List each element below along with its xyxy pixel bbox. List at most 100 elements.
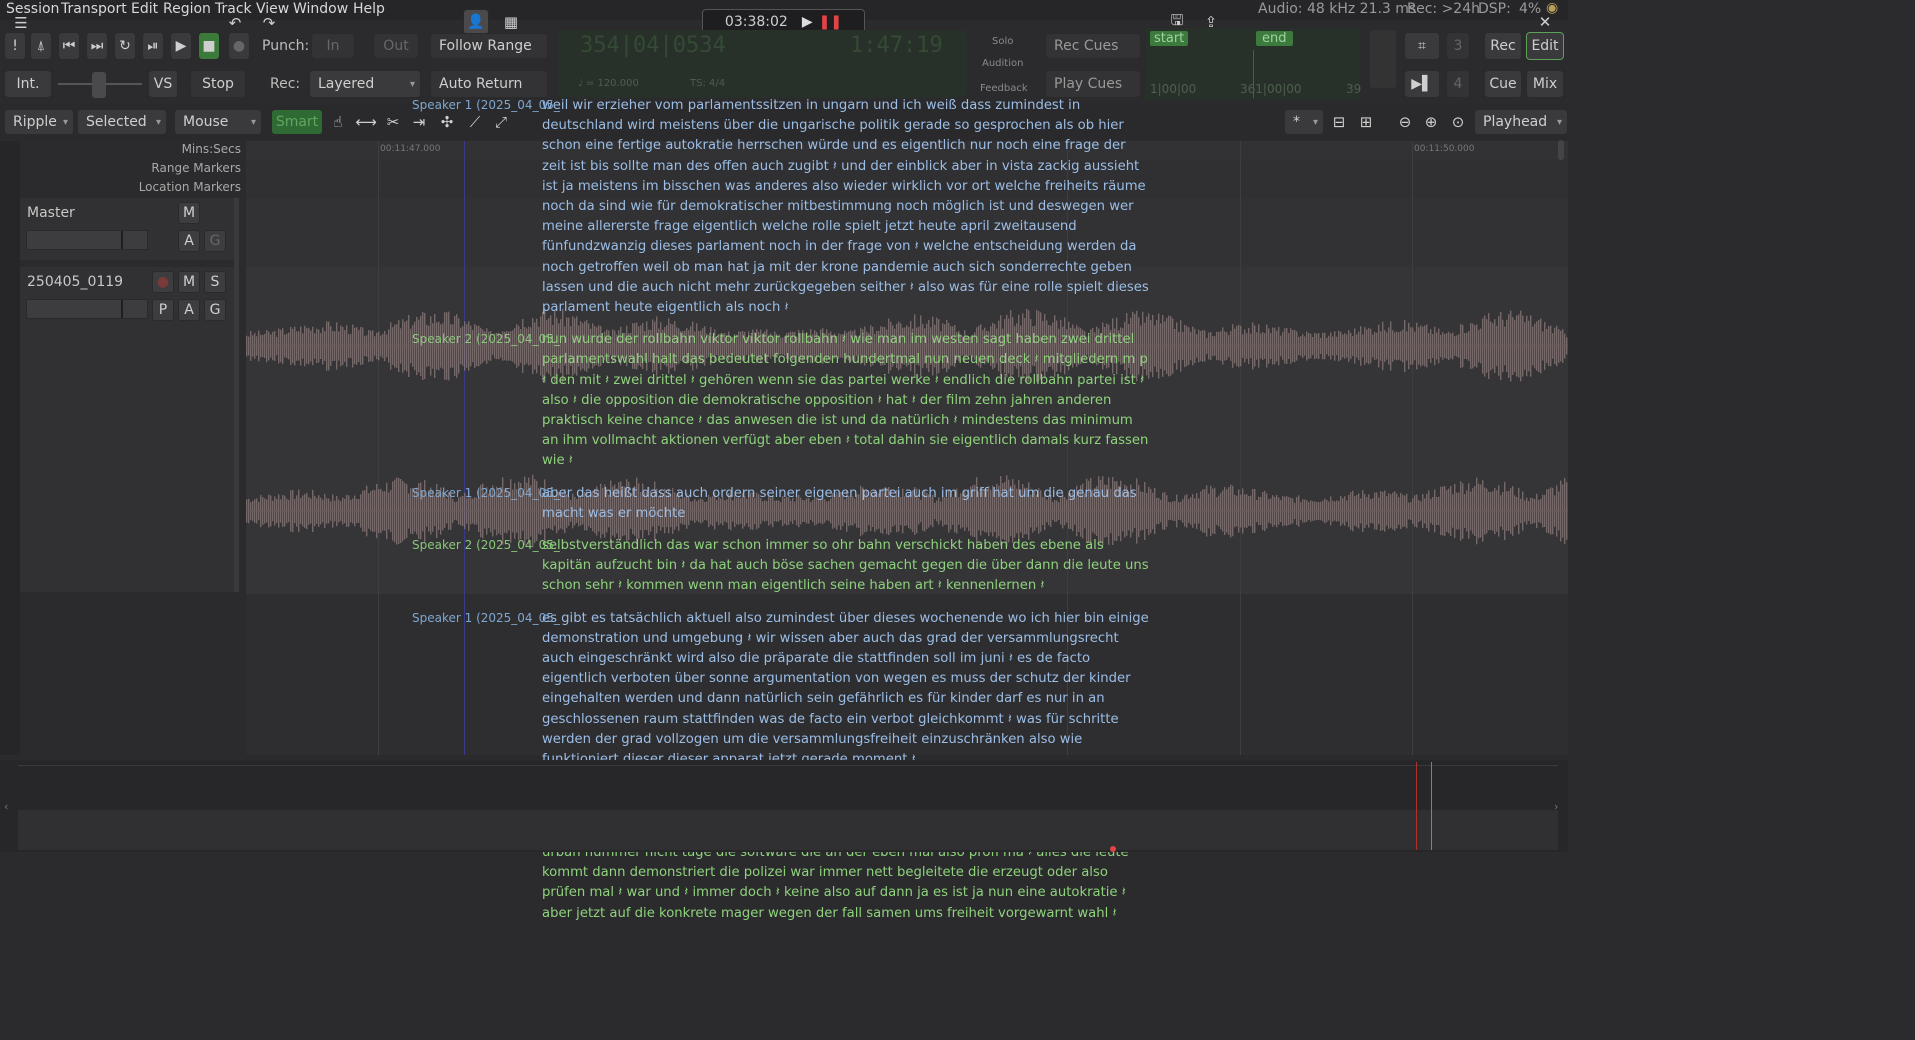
transcript-segment: Speaker 2 (2025_04_05_ selbstverständlich…	[412, 536, 1152, 597]
follow-range-label: Follow Range	[439, 38, 532, 54]
transcript-text: selbstverständlich das war schon immer s…	[542, 538, 1149, 594]
group-button[interactable]: G	[204, 230, 226, 252]
hamburger-icon[interactable]: ☰	[10, 12, 32, 34]
rec-window-button[interactable]: Rec	[1484, 32, 1522, 60]
undo-icon[interactable]: ↶	[224, 12, 246, 34]
follow-range-button[interactable]: Follow Range	[430, 33, 548, 59]
speaker-label: Speaker 1 (2025_04_05_	[412, 98, 560, 112]
grab-tool-icon[interactable]: ☝	[327, 111, 349, 133]
punch-in-button[interactable]: In	[311, 33, 355, 59]
crop-icon[interactable]: ⌗	[1404, 32, 1440, 60]
summary-pane[interactable]: ‹ ›	[0, 760, 1568, 852]
solo-label: Solo	[992, 36, 1014, 47]
cue-window-button[interactable]: Cue	[1484, 70, 1522, 98]
transcript-text: es gibt es tatsächlich aktuell also zumi…	[542, 610, 1149, 767]
summary-scroll-left-icon[interactable]: ‹	[4, 800, 8, 813]
vs-button[interactable]: VS	[148, 70, 178, 98]
stop-icon[interactable]: ■	[198, 32, 220, 60]
speaker-label: Speaker 2 (2025_04_05_	[412, 538, 560, 553]
menu-transport[interactable]: Transport	[61, 1, 127, 17]
punch-out-button[interactable]: Out	[373, 33, 419, 59]
gain-fader-audio[interactable]	[26, 299, 148, 319]
audio-status: Audio: 48 kHz 21.3 ms	[1258, 1, 1417, 17]
play-small-icon[interactable]: ▶	[802, 14, 813, 30]
play-cues-button[interactable]: Play Cues	[1045, 70, 1141, 98]
mix-window-button[interactable]: Mix	[1526, 70, 1564, 98]
transcript-text: nun wurde der rollbahn viktor viktor rol…	[542, 332, 1149, 469]
shrink-tracks-icon[interactable]: ⊟	[1328, 111, 1350, 133]
button-3[interactable]: 3	[1446, 32, 1470, 60]
alert-icon[interactable]: !	[4, 32, 26, 60]
summary-viewport[interactable]	[1416, 762, 1432, 850]
button-4[interactable]: 4	[1446, 70, 1470, 98]
automation-button[interactable]: A	[178, 230, 200, 252]
mouse-mode-select[interactable]: Mouse	[174, 109, 262, 135]
menu-help[interactable]: Help	[353, 1, 385, 17]
track-name-audio[interactable]: 250405_0119	[27, 274, 123, 290]
rec-cues-button[interactable]: Rec Cues	[1045, 33, 1141, 59]
transcript-segment: Speaker 2 (2025_04_05_ nun wurde der roll…	[412, 330, 1152, 471]
speaker-label: Speaker 1 (2025_04_05_	[412, 485, 560, 500]
loop-icon[interactable]: ↻	[114, 32, 136, 60]
dsp-label: DSP:	[1478, 1, 1511, 17]
left-gutter	[0, 141, 20, 755]
close-icon[interactable]: ✕	[1534, 11, 1556, 33]
tempo-label: ♩ = 120.000	[578, 78, 639, 89]
ruler-minsecs-label: Mins:Secs	[181, 142, 241, 156]
menu-edit[interactable]: Edit	[131, 1, 158, 17]
track-name-master[interactable]: Master	[27, 205, 75, 221]
go-start-icon[interactable]: ⏮	[58, 32, 80, 60]
mute-button-audio[interactable]: M	[178, 271, 200, 293]
transcript-text: aber das heißt dass auch ordern seiner e…	[542, 485, 1137, 521]
metronome-icon[interactable]: ⍋	[30, 32, 52, 60]
track-header-scrollbar[interactable]	[234, 198, 239, 592]
record-arm-icon[interactable]: ●	[152, 271, 174, 293]
range-tool-icon[interactable]: ⟷	[355, 111, 377, 133]
playlist-button[interactable]: P	[152, 299, 174, 321]
stop-mode-button[interactable]: Stop	[190, 70, 246, 98]
int-button[interactable]: Int.	[4, 70, 52, 98]
track-header-master[interactable]: Master M A G	[20, 198, 234, 260]
user-icon[interactable]: 👤	[463, 9, 489, 35]
zoom-focus-select[interactable]: Playhead	[1474, 109, 1568, 135]
group-button-audio[interactable]: G	[204, 299, 226, 321]
cut-tool-icon[interactable]: ✂	[382, 111, 404, 133]
shuttle-handle[interactable]	[92, 72, 106, 98]
vertical-scrollbar[interactable]	[1558, 140, 1564, 160]
mini-tick-3: 39	[1346, 82, 1362, 96]
gain-fader[interactable]	[26, 230, 148, 250]
grid-icon[interactable]: ▦	[500, 11, 522, 33]
zoom-in-icon[interactable]: ⊕	[1420, 111, 1442, 133]
grid-select[interactable]: *	[1284, 109, 1324, 135]
play-range-icon[interactable]: ⏯	[142, 32, 164, 60]
ruler-range-label: Range Markers	[151, 161, 241, 175]
monitor-icon[interactable]: ▶▌	[1404, 70, 1440, 98]
redo-icon[interactable]: ↷	[258, 12, 280, 34]
secondary-clock[interactable]: 1:47:19	[850, 33, 943, 58]
summary-scroll-right-icon[interactable]: ›	[1554, 800, 1558, 813]
marker-end[interactable]: end	[1256, 31, 1293, 46]
transcript-text: weil wir erzieher vom parlamentssitzen i…	[542, 98, 1149, 316]
ruler-tick-2: 00:11:50.000	[1414, 144, 1475, 154]
automation-button-audio[interactable]: A	[178, 299, 200, 321]
primary-clock[interactable]: 354|04|0534	[580, 33, 726, 58]
smart-mode-button[interactable]: Smart	[271, 109, 323, 135]
zoom-out-icon[interactable]: ⊖	[1394, 111, 1416, 133]
go-end-icon[interactable]: ⏭	[86, 32, 108, 60]
play-icon[interactable]: ▶	[170, 32, 192, 60]
zoom-session-icon[interactable]: ⊙	[1447, 111, 1469, 133]
mute-button[interactable]: M	[178, 202, 200, 224]
auto-return-button[interactable]: Auto Return	[430, 70, 548, 98]
edit-mode-select[interactable]: Ripple	[4, 109, 74, 135]
pause-rec-icon[interactable]: ❚❚	[819, 14, 842, 30]
ripple-mode-select[interactable]: Selected	[77, 109, 167, 135]
solo-button-audio[interactable]: S	[204, 271, 226, 293]
record-icon[interactable]: ●	[228, 32, 250, 60]
rec-mode-select[interactable]: Layered	[309, 70, 421, 98]
edit-window-button[interactable]: Edit	[1526, 32, 1564, 60]
track-header-audio[interactable]: 250405_0119 ● M S P A G	[20, 267, 234, 592]
marker-start[interactable]: start	[1150, 31, 1189, 46]
expand-tracks-icon[interactable]: ⊞	[1355, 111, 1377, 133]
menu-region[interactable]: Region	[163, 1, 211, 17]
menu-window[interactable]: Window	[293, 1, 348, 17]
